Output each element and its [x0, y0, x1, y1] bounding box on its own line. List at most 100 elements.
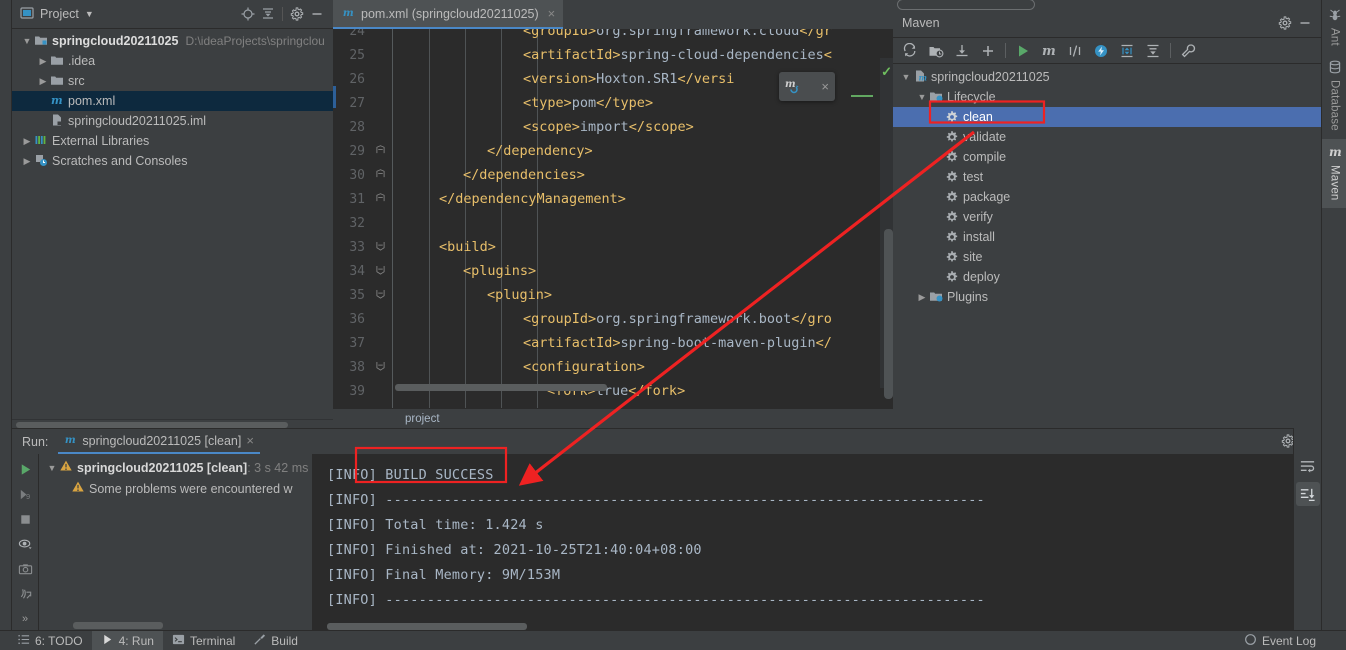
rerun-failed-icon[interactable]: 9 [14, 483, 36, 505]
code-line: 25 <artifactId>spring-cloud-dependencies… [333, 43, 893, 67]
download-sources-icon[interactable] [923, 39, 949, 63]
code-line: 35 <plugin> [333, 283, 893, 307]
maven-goal-compile[interactable]: compile [893, 147, 1321, 167]
rerun-icon[interactable] [14, 458, 36, 480]
line-number: 35 [349, 287, 365, 303]
tree-item-springcloud20211025[interactable]: ▼ springcloud20211025 D:\ideaProjects\sp… [12, 31, 333, 51]
filter-eye-icon[interactable] [14, 533, 36, 555]
maven-reimport-popup[interactable]: m × [779, 72, 835, 101]
project-horizontal-scrollbar[interactable] [12, 419, 333, 428]
project-tree[interactable]: ▼ springcloud20211025 D:\ideaProjects\sp… [12, 29, 333, 419]
maven-goal-package[interactable]: package [893, 187, 1321, 207]
maven-goal-verify[interactable]: verify [893, 207, 1321, 227]
search-input[interactable] [897, 0, 1035, 10]
tree-item-src[interactable]: ▶ src [12, 71, 333, 91]
status-button-run[interactable]: 4: Run [91, 630, 163, 650]
maven-item-plugins[interactable]: ▶ Plugins [893, 287, 1321, 307]
add-maven-project-icon[interactable] [949, 39, 975, 63]
code-line: 33 <build> [333, 235, 893, 259]
expand-arrow-icon[interactable]: ▶ [36, 56, 50, 67]
plus-icon[interactable] [975, 39, 1001, 63]
more-icon[interactable]: » [14, 608, 36, 630]
maven-tree[interactable]: ▼ m springcloud20211025 ▼ Lifecycle clea… [893, 64, 1321, 428]
xml-tag: <artifactId> [523, 335, 621, 351]
expand-arrow-icon[interactable]: ▶ [915, 292, 929, 303]
expand-arrow-icon[interactable]: ▶ [20, 156, 34, 167]
maven-item-lifecycle[interactable]: ▼ Lifecycle [893, 87, 1321, 107]
maven-goal-validate[interactable]: validate [893, 127, 1321, 147]
gear-icon[interactable] [1275, 13, 1295, 33]
tree-item-pom-xml[interactable]: m pom.xml [12, 91, 333, 111]
event-log-button[interactable]: Event Log [1244, 633, 1316, 648]
maven-goal-clean[interactable]: clean [893, 107, 1321, 127]
minimize-icon[interactable] [307, 4, 327, 24]
console-output[interactable]: [INFO] BUILD SUCCESS [INFO] ------------… [313, 454, 1321, 632]
fold-marker-open[interactable] [369, 289, 391, 302]
toggle-skip-tests-icon[interactable] [1062, 39, 1088, 63]
fold-marker-end[interactable] [369, 193, 391, 205]
expand-arrow-icon[interactable]: ▼ [915, 92, 929, 102]
run-tree[interactable]: ▼ springcloud20211025 [clean] : 3 s 42 m… [39, 454, 313, 632]
tree-item-external-libraries[interactable]: ▶ External Libraries [12, 131, 333, 151]
status-button-todo[interactable]: 6: TODO [8, 631, 92, 650]
close-icon[interactable]: × [246, 433, 254, 448]
tree-item-iml[interactable]: springcloud20211025.iml [12, 111, 333, 131]
run-icon[interactable] [1010, 39, 1036, 63]
close-icon[interactable]: × [821, 79, 829, 94]
editor-horizontal-scrollbar[interactable] [395, 384, 607, 391]
soft-wrap-icon[interactable] [1296, 454, 1320, 478]
goal-gear-icon [945, 250, 959, 264]
fold-marker-open[interactable] [369, 361, 391, 374]
scroll-to-end-icon[interactable] [1295, 482, 1320, 506]
expand-all-icon[interactable] [1114, 39, 1140, 63]
maven-item-springcloud20211025[interactable]: ▼ m springcloud20211025 [893, 67, 1321, 87]
minimize-icon[interactable] [1295, 13, 1315, 33]
stop-icon[interactable] [14, 508, 36, 530]
tool-tab-maven[interactable]: m Maven [1322, 138, 1346, 209]
chevron-down-icon[interactable]: ▼ [85, 9, 94, 19]
expand-arrow-icon[interactable]: ▼ [899, 72, 913, 82]
line-number: 27 [349, 95, 365, 111]
fold-marker-end[interactable] [369, 145, 391, 157]
editor-tab-label: pom.xml (springcloud20211025) [361, 6, 539, 21]
console-horizontal-scrollbar[interactable] [327, 623, 527, 630]
tool-tab-database[interactable]: Database [1322, 54, 1346, 139]
maven-reimport-icon[interactable]: m [784, 77, 802, 97]
maven-item-label: package [963, 190, 1011, 204]
locate-icon[interactable] [238, 4, 258, 24]
expand-arrow-icon[interactable]: ▼ [20, 36, 34, 46]
tree-item-idea[interactable]: ▶ .idea [12, 51, 333, 71]
expand-arrow-icon[interactable]: ▼ [45, 463, 59, 473]
maven-settings-icon[interactable] [1175, 39, 1201, 63]
expand-arrow-icon[interactable]: ▶ [20, 136, 34, 147]
fold-marker-open[interactable] [369, 265, 391, 278]
maven-goal-install[interactable]: install [893, 227, 1321, 247]
editor-tab-pom-xml[interactable]: m pom.xml (springcloud20211025) × [333, 0, 564, 29]
close-icon[interactable]: × [548, 6, 556, 21]
run-tree-row[interactable]: ▼ springcloud20211025 [clean] : 3 s 42 m… [39, 457, 312, 478]
collapse-all-icon[interactable] [1140, 39, 1166, 63]
run-tree-horizontal-scrollbar[interactable] [73, 622, 163, 629]
reimport-icon[interactable] [897, 39, 923, 63]
status-button-terminal[interactable]: Terminal [163, 631, 244, 650]
maven-panel-header: Maven [893, 9, 1321, 37]
maven-goal-test[interactable]: test [893, 167, 1321, 187]
tree-item-scratches-and-consoles[interactable]: ▶ Scratches and Consoles [12, 151, 333, 171]
toggle-offline-icon[interactable] [1088, 39, 1114, 63]
fold-marker-open[interactable] [369, 241, 391, 254]
breadcrumb[interactable]: project [333, 408, 893, 428]
run-tab-springcloud-clean[interactable]: m springcloud20211025 [clean] × [58, 429, 260, 454]
maven-goal-site[interactable]: site [893, 247, 1321, 267]
run-tree-row[interactable]: Some problems were encountered w [39, 478, 312, 499]
export-icon[interactable] [14, 583, 36, 605]
maven-goal-deploy[interactable]: deploy [893, 267, 1321, 287]
execute-maven-goal-icon[interactable]: m [1036, 39, 1062, 63]
fold-marker-end[interactable] [369, 169, 391, 181]
expand-arrow-icon[interactable]: ▶ [36, 76, 50, 87]
collapse-all-icon[interactable] [258, 4, 278, 24]
editor-vertical-scrollbar[interactable] [884, 229, 893, 399]
screenshot-icon[interactable] [14, 558, 36, 580]
status-button-build[interactable]: Build [244, 631, 307, 650]
tool-tab-ant[interactable]: Ant [1322, 2, 1346, 54]
gear-icon[interactable] [287, 4, 307, 24]
